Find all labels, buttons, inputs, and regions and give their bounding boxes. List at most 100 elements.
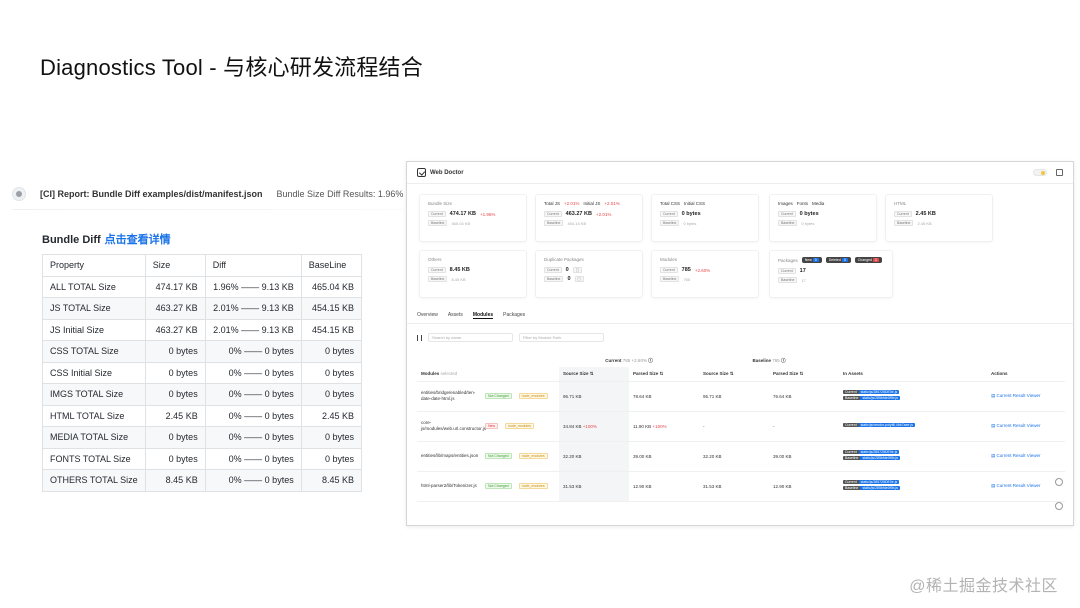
cell-current-source: 96.71 KB <box>559 381 629 412</box>
changed-badge[interactable]: Changed 1 <box>854 257 882 263</box>
ci-status-icon <box>12 187 26 201</box>
cell-property: JS TOTAL Size <box>42 297 146 320</box>
group-baseline-label: Baseline <box>752 358 771 363</box>
card-title-fonts: Fonts <box>796 201 809 206</box>
status-tag: New <box>485 423 499 429</box>
baseline-value: 765 <box>683 276 691 282</box>
table-row: CSS Initial Size 0 bytes 0% —— 0 bytes 0 by… <box>42 361 363 384</box>
col-baseline-parsed-size[interactable]: Parsed Size ⇅ <box>769 367 839 382</box>
card-title: Duplicate Packages <box>544 257 584 262</box>
cell-diff: 2.01% —— 9.13 KB <box>204 297 302 320</box>
total-js-change: +2.01% <box>564 201 580 206</box>
cell-diff: 0% —— 0 bytes <box>204 426 302 449</box>
deleted-badge[interactable]: Deleted 0 <box>825 257 851 263</box>
file-icon: ▤ <box>991 483 996 488</box>
help-icon[interactable] <box>1055 478 1063 486</box>
result-viewer-link[interactable]: ▤ Current Result Viewer <box>991 423 1040 428</box>
result-viewer-link[interactable]: ▤ Current Result Viewer <box>991 393 1040 398</box>
col-size: Size <box>144 254 206 277</box>
cell-current-source: 34.84 KB +100% <box>559 411 629 442</box>
cell-baseline: 0 bytes <box>300 340 363 363</box>
card-title-total-css: Total CSS <box>660 201 681 206</box>
brand-name: Web Doctor <box>430 169 464 176</box>
status-tag: Not Changed <box>485 483 512 489</box>
node-modules-tag: node_modules <box>518 453 548 459</box>
module-path[interactable]: core-js/modules/web.url.constructor.js <box>421 420 486 432</box>
asset-kind: Current <box>843 390 859 394</box>
card-js: Total JS +2.01% Initial JS +2.01% Current 46… <box>535 194 643 242</box>
asset-tag[interactable]: Baseline static/js/285bfde0f9b.js <box>843 456 983 460</box>
col-label: Parsed Size <box>633 370 659 376</box>
tab-modules[interactable]: Modules <box>472 312 494 319</box>
group-baseline-note: 765 <box>772 358 780 363</box>
card-modules: Modules Current 785 +2.60% Baseline 765 <box>651 250 759 298</box>
baseline-tag: Baseline <box>428 220 448 226</box>
col-actions: Actions <box>987 367 1065 382</box>
tab-overview[interactable]: Overview <box>417 312 438 319</box>
module-path[interactable]: entities/bridge/enabled/ten-date-date-ht… <box>421 390 481 402</box>
cell-property: HTML TOTAL Size <box>42 404 146 427</box>
cell-current-parsed: 39.00 KB <box>629 441 699 472</box>
value: 96.71 KB <box>563 393 582 399</box>
tab-packages[interactable]: Packages <box>503 312 525 319</box>
cell-size: 0 bytes <box>144 361 206 384</box>
cell-diff: 1.96% —— 9.13 KB <box>204 275 302 298</box>
module-path-filter[interactable]: Filter by Module Path <box>519 333 604 342</box>
sort-icon: ⇅ <box>729 370 734 376</box>
asset-tag[interactable]: Current static/js/285725DE0e.js <box>843 480 983 484</box>
back-to-top-icon[interactable] <box>1055 502 1063 510</box>
card-title-media: Media <box>812 201 825 206</box>
asset-tag[interactable]: Baseline static/js/285bfde0f9b.js <box>843 486 983 490</box>
search-input[interactable]: Search by name <box>428 333 513 342</box>
baseline-tag: Baseline <box>894 220 914 226</box>
cell-property: FONTS TOTAL Size <box>42 447 146 470</box>
change-value: +2.01% <box>595 211 612 217</box>
module-path[interactable]: html-parser2/lib/Tokenizer.js <box>421 483 481 489</box>
asset-tag[interactable]: Baseline static/js/285bfde0f9b.js <box>843 396 983 400</box>
baseline-value: 17 <box>801 277 806 283</box>
cell-current-parsed: 12.90 KB <box>629 471 699 502</box>
status-tag: Not Changed <box>485 453 512 459</box>
asset-tag[interactable]: Current static/js/285725DE0e.js <box>843 390 983 394</box>
result-viewer-link[interactable]: ▤ Current Result Viewer <box>991 483 1040 488</box>
tab-assets[interactable]: Assets <box>448 312 463 319</box>
theme-toggle[interactable] <box>1033 169 1047 176</box>
asset-file: static/js/285bfde0f9b.js <box>860 396 901 400</box>
value: 31.53 KB <box>563 483 582 489</box>
settings-icon[interactable] <box>1056 169 1063 176</box>
card-title-images: Images <box>778 201 793 206</box>
filter-icon[interactable] <box>417 334 422 341</box>
group-spacer <box>839 355 987 367</box>
change-value: +100% <box>582 423 597 429</box>
group-current-label: Current <box>605 358 622 363</box>
cell-module: core-js/modules/web.url.constructor.js Ne… <box>417 411 559 442</box>
action-label: Current Result Viewer <box>996 423 1041 428</box>
current-value: 463.27 KB <box>565 211 592 217</box>
asset-tag[interactable]: Current static/js/285725DE0e.js <box>843 450 983 454</box>
current-tag: Current <box>544 267 562 273</box>
cell-baseline: 465.04 KB <box>300 275 363 298</box>
changed-label: Changed <box>857 258 872 262</box>
col-property: Property <box>42 254 146 277</box>
asset-tag[interactable]: Current static/js/vendor-polyfill.4bb7aee… <box>843 423 983 427</box>
baseline-value: 465.04 KB <box>451 220 471 226</box>
cell-baseline-parsed: 39.00 KB <box>769 441 839 472</box>
cell-size: 0 bytes <box>144 383 206 406</box>
col-current-source-size[interactable]: Source Size ⇅ <box>559 367 629 382</box>
col-in-assets: In Assets <box>839 367 987 382</box>
baseline-value: 0 <box>567 276 571 282</box>
col-current-parsed-size[interactable]: Parsed Size ⇅ <box>629 367 699 382</box>
result-viewer-link[interactable]: ▤ Current Result Viewer <box>991 453 1040 458</box>
asset-file: static/js/vendor-polyfill.4bb7aee.js <box>858 423 916 427</box>
col-baseline-source-size[interactable]: Source Size ⇅ <box>699 367 769 382</box>
cell-property: OTHERS TOTAL Size <box>42 469 146 492</box>
action-label: Current Result Viewer <box>996 453 1041 458</box>
cell-baseline-parsed: 76.64 KB <box>769 381 839 412</box>
new-badge[interactable]: New 0 <box>801 257 822 263</box>
bundle-diff-title: Bundle Diff <box>42 234 101 246</box>
current-tag: Current <box>778 211 796 217</box>
table-row: JS Initial Size 463.27 KB 2.01% —— 9.13 KB… <box>42 318 363 341</box>
view-details-link[interactable]: 点击查看详情 <box>105 234 171 246</box>
module-path[interactable]: entities/lib/maps/entities.json <box>421 453 481 459</box>
cell-module: entities/lib/maps/entities.json Not Chang… <box>417 441 559 472</box>
